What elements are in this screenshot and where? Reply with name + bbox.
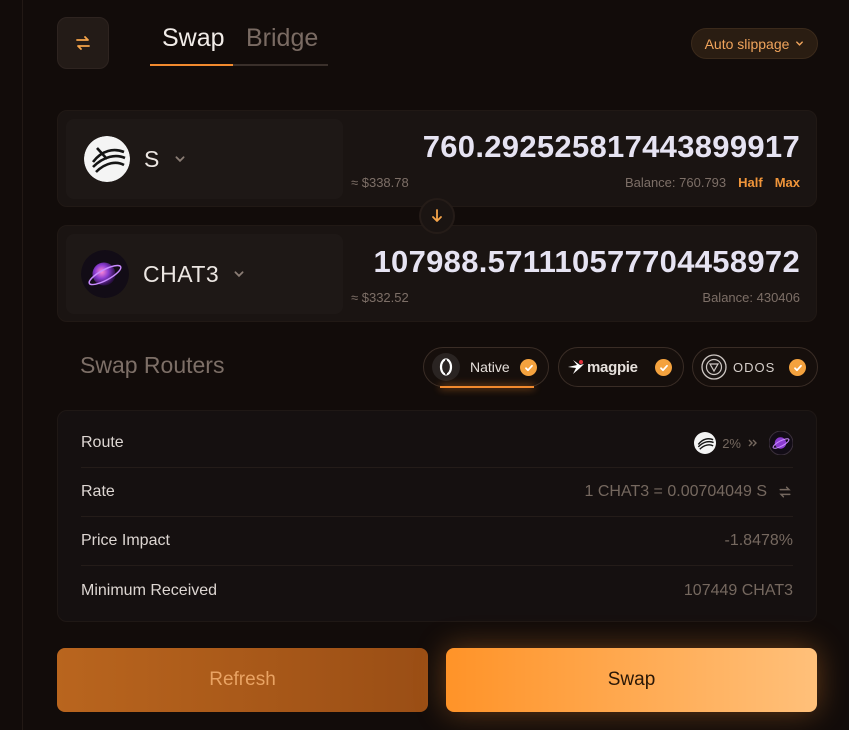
tab-bar: Swap Bridge xyxy=(150,22,328,66)
chevron-down-icon xyxy=(796,41,804,46)
router-chip-magpie[interactable]: magpie xyxy=(558,347,684,387)
odos-logo-icon xyxy=(701,354,727,380)
from-token-panel: S ≈ $338.78 760.292525817443899917 Balan… xyxy=(57,110,817,207)
from-usd-value: ≈ $338.78 xyxy=(351,175,409,190)
check-icon xyxy=(789,359,806,376)
swap-routers-title: Swap Routers xyxy=(80,352,225,378)
rate-label: Rate xyxy=(81,483,115,500)
half-button[interactable]: Half xyxy=(738,175,763,190)
chat3-token-icon xyxy=(769,431,793,455)
swap-arrows-icon[interactable] xyxy=(777,484,793,500)
router-label-magpie: magpie xyxy=(587,358,638,376)
refresh-button[interactable]: Refresh xyxy=(57,648,428,712)
chat3-token-icon xyxy=(81,250,129,298)
price-impact-row: Price Impact -1.8478% xyxy=(81,517,793,566)
chevron-down-icon xyxy=(175,156,185,163)
arrow-down-icon xyxy=(432,209,442,222)
to-amount-output: 107988.571110577704458972 xyxy=(373,244,800,279)
minimum-received-label: Minimum Received xyxy=(81,581,218,599)
selected-router-indicator xyxy=(440,386,534,388)
swap-mode-toggle-button[interactable] xyxy=(57,17,109,69)
to-token-symbol: CHAT3 xyxy=(143,260,220,287)
route-path: 2% xyxy=(694,431,793,455)
minimum-received-row: Minimum Received 107449 CHAT3 xyxy=(81,566,793,615)
to-balance: Balance: 430406 xyxy=(702,290,800,305)
route-row: Route 2% xyxy=(81,419,793,468)
price-impact-label: Price Impact xyxy=(81,532,170,549)
router-chip-native[interactable]: Native xyxy=(423,347,549,388)
price-impact-value: -1.8478% xyxy=(724,532,794,549)
magpie-bird-icon xyxy=(568,360,584,374)
slippage-dropdown[interactable]: Auto slippage xyxy=(691,28,818,59)
route-label: Route xyxy=(81,434,124,451)
router-chip-odos[interactable]: ODOS xyxy=(692,347,818,387)
to-token-selector[interactable]: CHAT3 xyxy=(66,234,343,314)
from-balance-row: Balance: 760.793 Half Max xyxy=(625,175,800,190)
left-divider xyxy=(22,0,23,730)
swap-details-panel: Route 2% Rate 1 CHAT3 = 0.00704049 S Pri… xyxy=(57,410,817,622)
minimum-received-value: 107449 CHAT3 xyxy=(683,581,793,599)
chevron-down-icon xyxy=(234,271,244,278)
route-percent: 2% xyxy=(722,435,741,451)
rate-value: 1 CHAT3 = 0.00704049 S xyxy=(584,483,768,500)
active-tab-indicator xyxy=(150,64,233,66)
swap-button[interactable]: Swap xyxy=(446,648,817,712)
max-button[interactable]: Max xyxy=(775,175,800,190)
slippage-label: Auto slippage xyxy=(704,35,790,52)
from-amount-input[interactable]: 760.292525817443899917 xyxy=(423,129,800,165)
flip-direction-button[interactable] xyxy=(419,198,455,234)
router-label-odos: ODOS xyxy=(733,359,776,375)
tab-swap[interactable]: Swap xyxy=(162,24,225,53)
to-balance-row: Balance: 430406 xyxy=(702,290,800,305)
check-icon xyxy=(520,359,537,376)
from-balance: Balance: 760.793 xyxy=(624,175,727,190)
rate-row: Rate 1 CHAT3 = 0.00704049 S xyxy=(81,468,793,517)
rate-value-group: 1 CHAT3 = 0.00704049 S xyxy=(585,483,794,501)
sonic-token-icon xyxy=(694,432,717,454)
from-token-symbol: S xyxy=(144,145,160,172)
swap-arrows-icon xyxy=(76,36,90,50)
double-chevron-right-icon xyxy=(748,439,757,447)
tab-bridge[interactable]: Bridge xyxy=(246,24,318,53)
from-token-selector[interactable]: S xyxy=(66,119,343,199)
to-usd-value: ≈ $332.52 xyxy=(351,290,409,305)
native-router-icon xyxy=(432,353,460,381)
check-icon xyxy=(655,359,672,376)
to-token-panel: CHAT3 ≈ $332.52 107988.57111057770445897… xyxy=(57,225,817,322)
router-label-native: Native xyxy=(470,359,510,375)
sonic-token-icon xyxy=(84,136,130,182)
